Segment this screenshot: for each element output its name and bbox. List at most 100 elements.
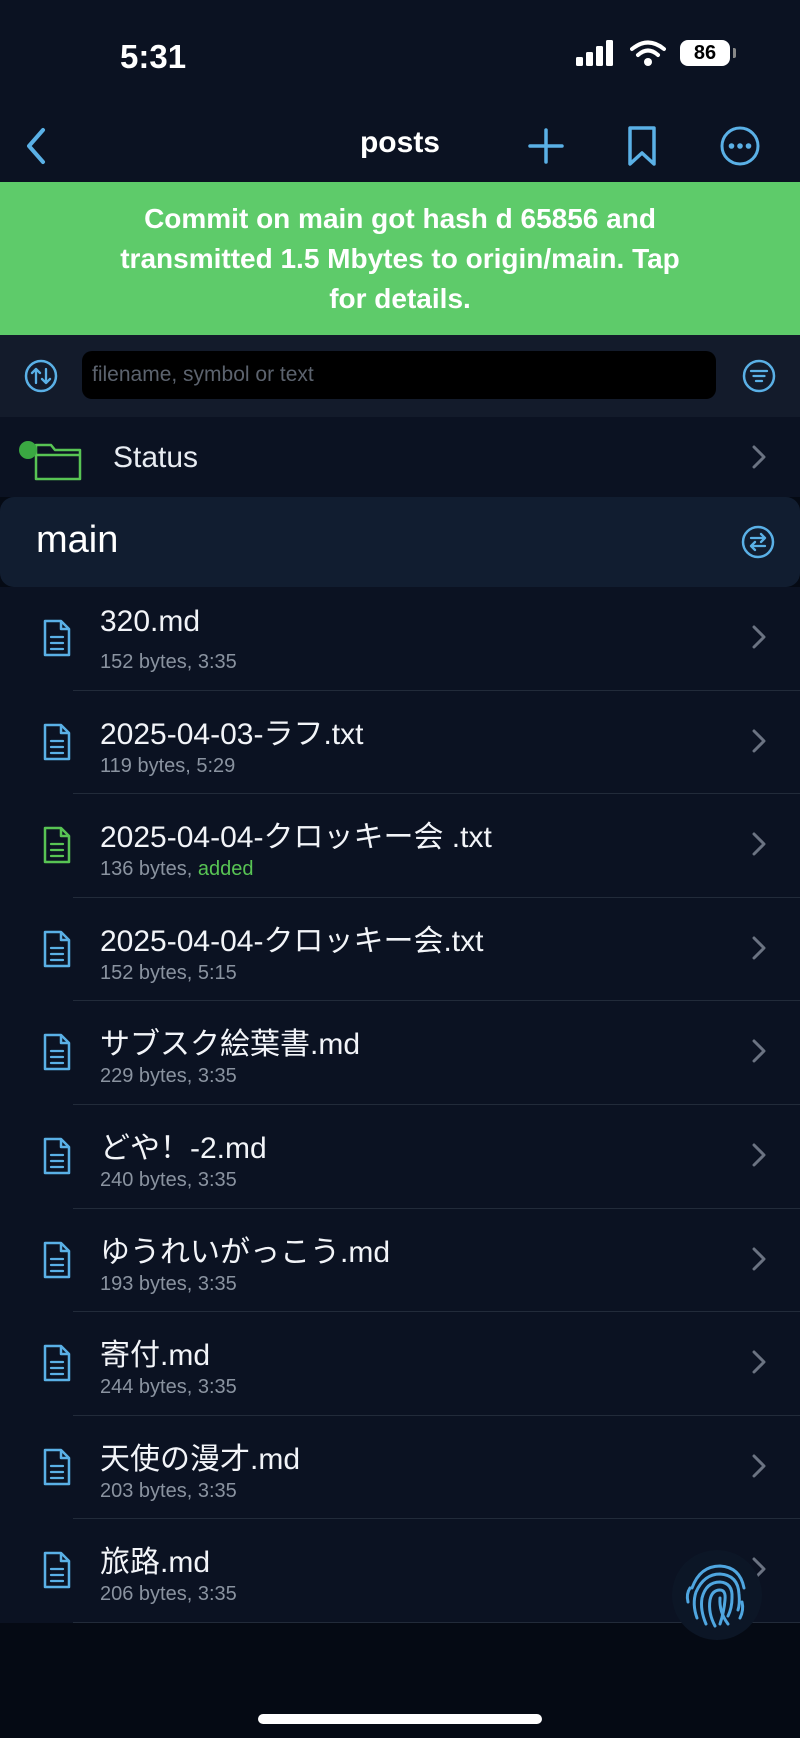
status-time: 5:31 xyxy=(120,38,187,75)
file-time: 3:35 xyxy=(197,1065,237,1088)
file-row[interactable]: 寄付.md 244 bytes, 3:35 xyxy=(0,1312,800,1416)
status-bar: 5:31 86 xyxy=(0,0,800,110)
document-icon xyxy=(43,1137,71,1175)
file-name: 天使の漫才.md xyxy=(100,1442,301,1476)
bookmark-icon xyxy=(628,126,656,166)
file-status: added xyxy=(197,858,254,881)
file-meta: 229 bytes, 3:35 xyxy=(100,1065,237,1088)
file-meta: 136 bytes, added xyxy=(100,858,253,881)
branch-header[interactable]: main xyxy=(0,497,800,587)
bookmark-button[interactable] xyxy=(614,118,670,174)
file-row[interactable]: 2025-04-04-クロッキー会.txt 152 bytes, 5:15 xyxy=(0,898,800,1002)
document-icon xyxy=(43,826,71,864)
chevron-right-icon xyxy=(752,445,766,469)
file-name: 2025-04-03-ラフ.txt xyxy=(100,717,364,751)
chevron-right-icon xyxy=(752,1454,766,1478)
file-meta: 244 bytes, 3:35 xyxy=(100,1376,237,1399)
plus-icon xyxy=(528,128,564,164)
filter-icon xyxy=(742,359,776,393)
chevron-right-icon xyxy=(752,625,766,649)
document-icon xyxy=(43,1552,71,1589)
chevron-right-icon xyxy=(752,1143,766,1167)
page-title: posts xyxy=(359,126,440,159)
navigation-bar: posts xyxy=(0,110,800,182)
file-name: どや！-2.md xyxy=(100,1131,267,1165)
banner-text: Commit on main got hash d 65856 and tran… xyxy=(120,202,680,314)
chevron-right-icon xyxy=(752,832,766,856)
file-time: 3:35 xyxy=(197,1272,237,1295)
file-meta: 152 bytes, 3:35 xyxy=(100,651,237,674)
file-meta: 193 bytes, 3:35 xyxy=(100,1273,237,1296)
fingerprint-button[interactable] xyxy=(672,1550,762,1640)
status-icons: 86 xyxy=(576,40,736,66)
file-size: 152 bytes, xyxy=(100,961,198,984)
file-size: 136 bytes, xyxy=(100,858,198,881)
file-meta: 206 bytes, 3:35 xyxy=(100,1583,237,1606)
file-name: 旅路.md xyxy=(100,1546,211,1580)
add-button[interactable] xyxy=(518,118,574,174)
file-name: 2025-04-04-クロッキー会 .txt xyxy=(100,821,492,855)
branch-switch-icon[interactable] xyxy=(741,525,775,559)
file-size: 119 bytes, xyxy=(100,754,197,777)
chevron-right-icon xyxy=(752,1350,766,1374)
chevron-right-icon xyxy=(752,1247,766,1271)
file-time: 3:35 xyxy=(197,1583,237,1606)
file-time: 5:15 xyxy=(197,961,237,984)
file-name: 寄付.md xyxy=(100,1339,211,1373)
document-icon xyxy=(43,619,71,657)
document-icon xyxy=(43,1448,71,1485)
more-button[interactable] xyxy=(712,118,768,174)
file-meta: 203 bytes, 3:35 xyxy=(100,1480,237,1503)
file-name: 320.md xyxy=(100,605,201,638)
file-meta: 119 bytes, 5:29 xyxy=(100,755,235,778)
file-size: 229 bytes, xyxy=(100,1065,198,1088)
file-time: 3:35 xyxy=(197,1479,237,1502)
document-icon xyxy=(43,1241,71,1278)
sort-button[interactable] xyxy=(19,354,63,398)
file-row[interactable]: 2025-04-04-クロッキー会 .txt 136 bytes, added xyxy=(0,794,800,898)
file-size: 193 bytes, xyxy=(100,1272,198,1295)
file-row[interactable]: サブスク絵葉書.md 229 bytes, 3:35 xyxy=(0,1001,800,1105)
document-icon xyxy=(43,1344,71,1382)
status-row[interactable]: Status xyxy=(0,417,800,497)
fingerprint-icon xyxy=(685,1564,746,1628)
file-row[interactable]: どや！-2.md 240 bytes, 3:35 xyxy=(0,1105,800,1209)
file-row[interactable]: 2025-04-03-ラフ.txt 119 bytes, 5:29 xyxy=(0,691,800,795)
file-name: 2025-04-04-クロッキー会.txt xyxy=(100,924,484,958)
file-size: 244 bytes, xyxy=(100,1376,198,1399)
chevron-right-icon xyxy=(752,936,766,960)
cellular-signal-icon xyxy=(576,40,613,66)
file-meta: 240 bytes, 3:35 xyxy=(100,1169,237,1192)
chevron-right-icon xyxy=(752,729,766,753)
file-name: サブスク絵葉書.md xyxy=(100,1028,361,1062)
file-size: 203 bytes, xyxy=(100,1479,198,1502)
file-row[interactable]: 320.md 152 bytes, 3:35 xyxy=(0,587,800,691)
file-size: 152 bytes, xyxy=(100,651,198,673)
wifi-icon xyxy=(630,40,666,66)
file-list: 320.md 152 bytes, 3:35 2025-04-03-ラフ.txt 11… xyxy=(0,587,800,1623)
file-size: 206 bytes, xyxy=(100,1583,198,1606)
document-icon xyxy=(43,1034,71,1071)
home-indicator xyxy=(258,1714,542,1724)
file-time: 3:35 xyxy=(197,651,237,673)
document-icon xyxy=(43,723,71,760)
file-size: 240 bytes, xyxy=(100,1168,198,1191)
status-label: Status xyxy=(113,441,199,474)
ellipsis-circle-icon xyxy=(720,126,760,166)
file-name: ゆうれいがっこう.md xyxy=(100,1235,391,1269)
branch-name: main xyxy=(36,519,119,561)
sort-arrows-icon xyxy=(24,359,58,393)
chevron-right-icon xyxy=(752,1039,766,1063)
commit-notification-banner[interactable]: Commit on main got hash d 65856 and tran… xyxy=(0,182,800,335)
file-row[interactable]: ゆうれいがっこう.md 193 bytes, 3:35 xyxy=(0,1209,800,1313)
filter-button[interactable] xyxy=(737,354,781,398)
file-time: 3:35 xyxy=(197,1376,237,1399)
search-input[interactable] xyxy=(82,351,716,399)
file-meta: 152 bytes, 5:15 xyxy=(100,962,237,985)
file-time: 3:35 xyxy=(197,1168,237,1191)
battery-indicator: 86 xyxy=(680,40,736,66)
search-row xyxy=(0,335,800,417)
document-icon xyxy=(43,930,71,968)
folder-icon xyxy=(19,441,82,481)
file-row[interactable]: 天使の漫才.md 203 bytes, 3:35 xyxy=(0,1416,800,1520)
